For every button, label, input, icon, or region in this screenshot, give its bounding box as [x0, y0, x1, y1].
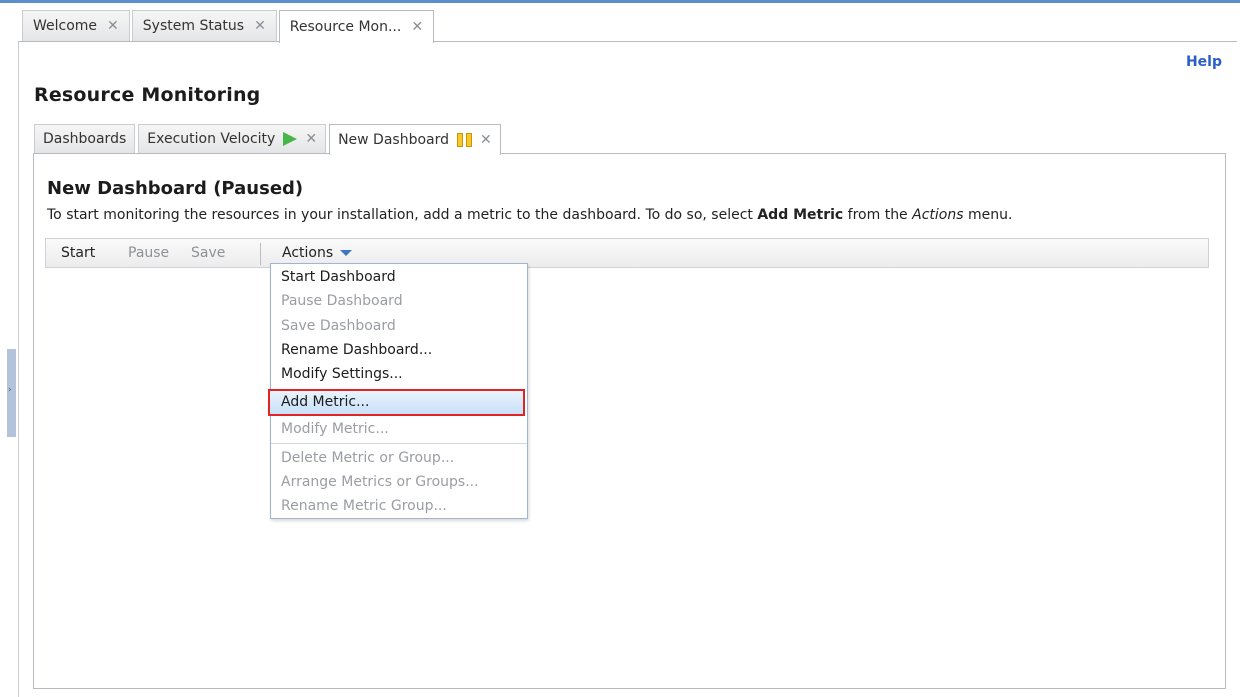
- menu-item-add-metric[interactable]: Add Metric...: [281, 394, 369, 410]
- dashboard-toolbar: Start Pause Save Actions: [45, 238, 1209, 268]
- tab-label: Execution Velocity: [147, 131, 276, 147]
- instruction-italic: Actions: [912, 207, 964, 223]
- save-button[interactable]: Save: [191, 245, 225, 261]
- menu-item-rename-metric-group[interactable]: Rename Metric Group...: [281, 498, 447, 514]
- pause-button[interactable]: Pause: [128, 245, 169, 261]
- tab-label: System Status: [142, 18, 245, 34]
- tab-label: Resource Mon...: [289, 19, 402, 35]
- instructions-text: To start monitoring the resources in you…: [47, 207, 1012, 223]
- chevron-down-icon: [340, 250, 353, 256]
- help-link[interactable]: Help: [1186, 54, 1222, 70]
- play-icon: [283, 132, 298, 146]
- menu-item-arrange-metrics[interactable]: Arrange Metrics or Groups...: [281, 474, 479, 490]
- tab-dashboards[interactable]: Dashboards: [34, 124, 136, 153]
- top-accent-rule: [0, 0, 1240, 3]
- instruction-suffix: menu.: [963, 207, 1013, 223]
- actions-menu: Start Dashboard Pause Dashboard Save Das…: [268, 263, 528, 519]
- dashboard-title: New Dashboard (Paused): [47, 178, 304, 199]
- actions-label: Actions: [282, 245, 334, 261]
- page-title: Resource Monitoring: [34, 84, 261, 106]
- instruction-middle: from the: [843, 207, 913, 223]
- tab-welcome[interactable]: Welcome ✕: [22, 10, 130, 41]
- toolbar-divider: [260, 243, 261, 265]
- close-icon[interactable]: ✕: [305, 132, 317, 146]
- menu-item-delete-metric[interactable]: Delete Metric or Group...: [281, 450, 454, 466]
- collapse-handle[interactable]: ›: [7, 349, 16, 437]
- tab-label: Dashboards: [43, 131, 127, 147]
- instruction-prefix: To start monitoring the resources in you…: [47, 207, 758, 223]
- outer-tab-bar: Welcome ✕ System Status ✕ Resource Mon..…: [22, 10, 436, 43]
- close-icon[interactable]: ✕: [107, 19, 119, 33]
- close-icon[interactable]: ✕: [411, 20, 423, 34]
- actions-menu-button[interactable]: Actions: [282, 245, 353, 261]
- inner-tab-bar: Dashboards Execution Velocity ✕ New Dash…: [34, 124, 504, 155]
- close-icon[interactable]: ✕: [480, 133, 492, 147]
- menu-item-modify-settings[interactable]: Modify Settings...: [281, 366, 403, 382]
- tab-label: New Dashboard: [338, 132, 450, 148]
- menu-item-save-dashboard[interactable]: Save Dashboard: [281, 318, 396, 334]
- menu-item-modify-metric[interactable]: Modify Metric...: [281, 421, 389, 437]
- tab-label: Welcome: [33, 18, 98, 34]
- start-button[interactable]: Start: [61, 245, 95, 261]
- tab-system-status[interactable]: System Status ✕: [131, 10, 277, 41]
- dashboard-panel: [33, 153, 1226, 689]
- chevron-right-icon: ›: [8, 385, 12, 395]
- menu-item-pause-dashboard[interactable]: Pause Dashboard: [281, 293, 403, 309]
- menu-item-rename-dashboard[interactable]: Rename Dashboard...: [281, 342, 432, 358]
- menu-separator: [271, 443, 527, 444]
- tab-resource-monitoring[interactable]: Resource Mon... ✕: [278, 10, 435, 43]
- menu-item-start-dashboard[interactable]: Start Dashboard: [281, 269, 396, 285]
- pause-icon: [457, 133, 473, 147]
- tab-new-dashboard[interactable]: New Dashboard ✕: [329, 124, 501, 155]
- instruction-bold: Add Metric: [757, 207, 844, 223]
- close-icon[interactable]: ✕: [254, 19, 266, 33]
- tab-execution-velocity[interactable]: Execution Velocity ✕: [138, 124, 327, 153]
